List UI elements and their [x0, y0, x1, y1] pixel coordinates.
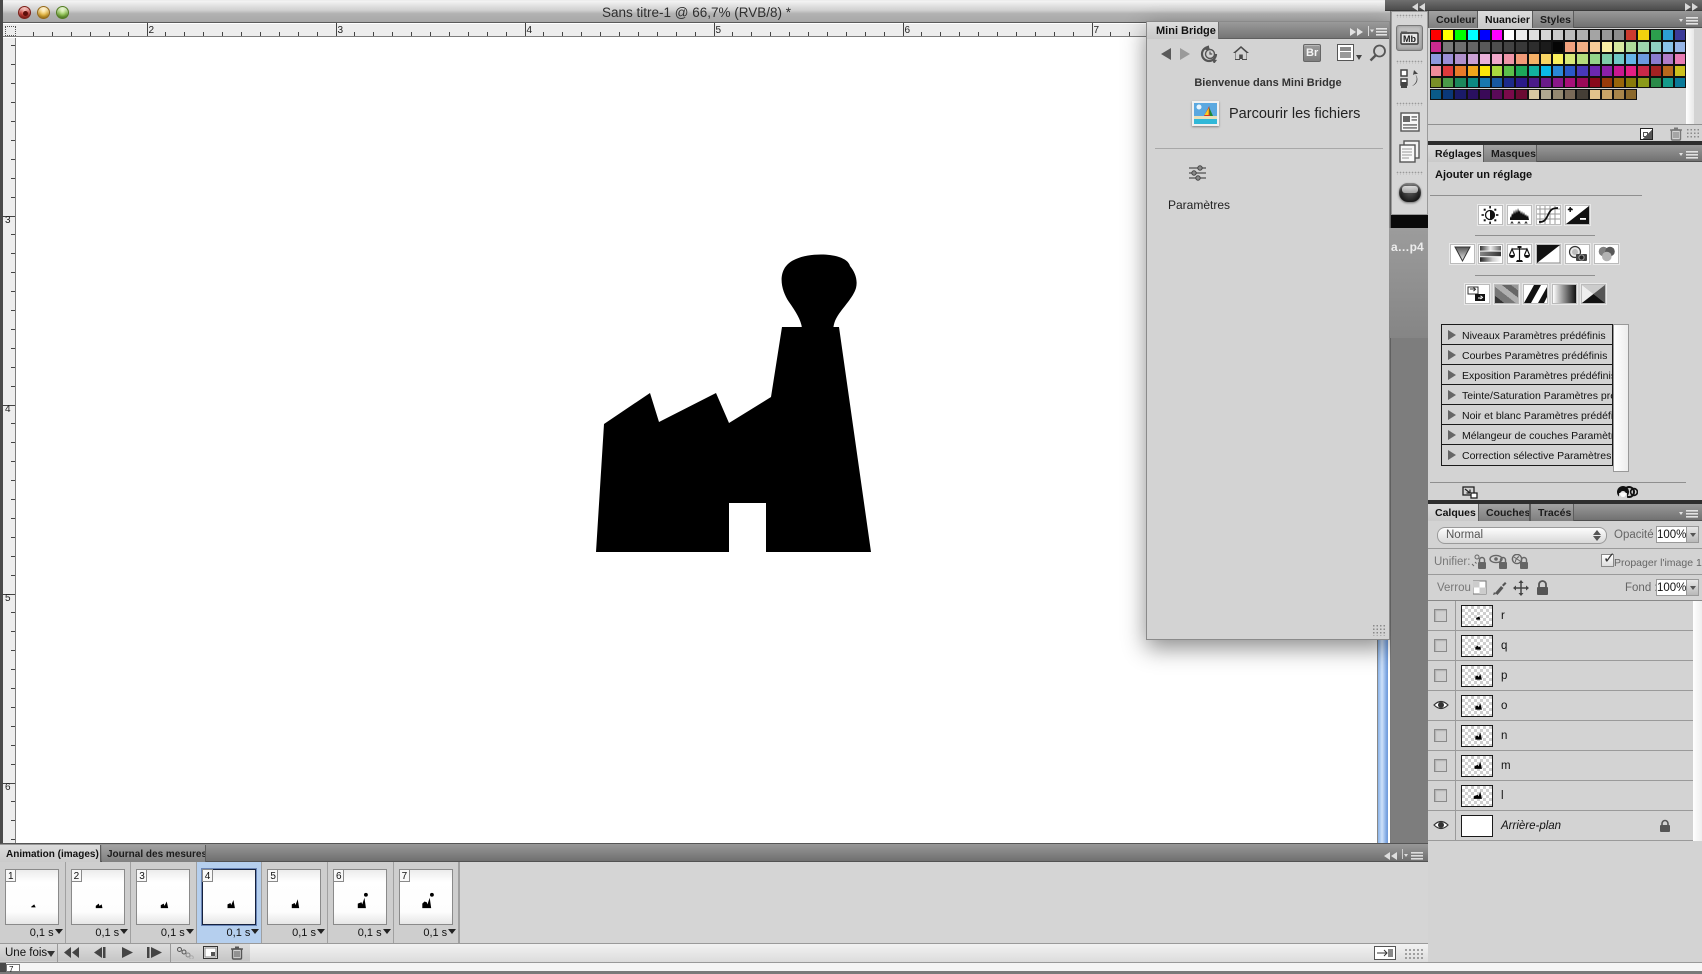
- svg-text:Mb: Mb: [1403, 34, 1416, 44]
